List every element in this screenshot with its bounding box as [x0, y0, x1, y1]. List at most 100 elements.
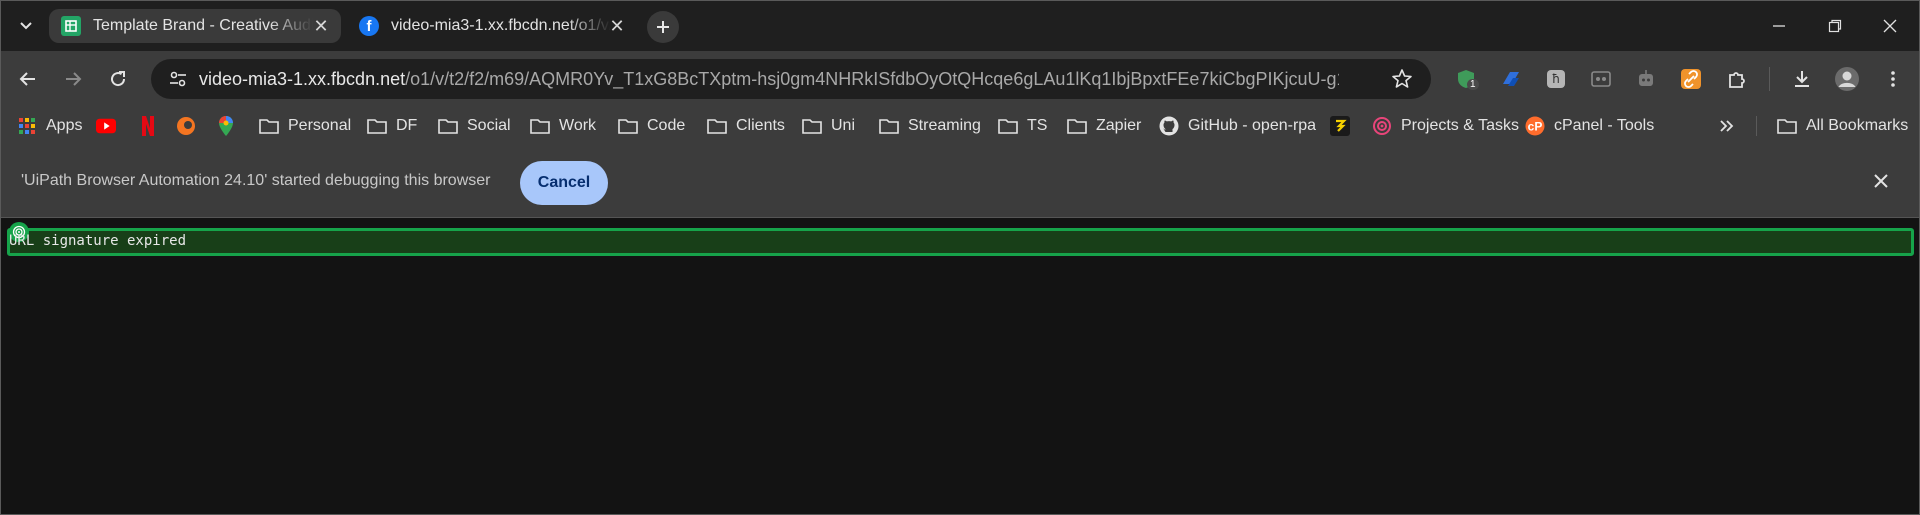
- extension-badge: 1: [1467, 79, 1479, 90]
- tab-close-button[interactable]: ✕: [607, 16, 627, 36]
- url-text[interactable]: video-mia3-1.xx.fbcdn.net/o1/v/t2/f2/m69…: [199, 69, 1339, 90]
- element-highlight: [7, 228, 1914, 256]
- shield-extension-icon[interactable]: 1: [1454, 67, 1479, 91]
- bookmark-folder-personal[interactable]: Personal: [259, 114, 351, 138]
- address-bar[interactable]: video-mia3-1.xx.fbcdn.net/o1/v/t2/f2/m69…: [151, 59, 1431, 99]
- close-infobar-button[interactable]: [1869, 169, 1893, 193]
- bookmark-folder-zapier[interactable]: Zapier: [1067, 114, 1141, 138]
- bookmark-label: Work: [559, 117, 597, 134]
- minimize-button[interactable]: [1763, 11, 1795, 41]
- bookmark-label: Streaming: [908, 117, 981, 134]
- minimize-icon: [1773, 25, 1785, 27]
- bookmark-netflix[interactable]: [138, 114, 167, 138]
- google-sheets-icon: [61, 16, 81, 36]
- bookmark-label: Personal: [288, 117, 352, 134]
- crunchyroll-icon: [176, 116, 196, 136]
- tab-close-button[interactable]: ✕: [311, 16, 331, 36]
- folder-icon: [802, 116, 822, 136]
- close-window-button[interactable]: [1874, 11, 1906, 41]
- link-extension-icon[interactable]: [1679, 67, 1703, 91]
- site-info-icon[interactable]: [157, 59, 199, 99]
- yellow-app-icon: [1330, 116, 1350, 136]
- bookmark-label: Uni: [831, 117, 856, 134]
- bookmark-label: cPanel - Tools: [1554, 117, 1655, 134]
- bookmark-label: Zapier: [1096, 117, 1142, 134]
- bookmark-maps[interactable]: [216, 114, 245, 138]
- bookmark-folder-social[interactable]: Social: [438, 114, 511, 138]
- bookmark-projects-tasks[interactable]: Projects & Tasks: [1372, 114, 1519, 138]
- bookmarks-divider: [1756, 116, 1757, 136]
- tab-template-brand[interactable]: Template Brand - Creative Audit ✕: [49, 9, 341, 43]
- folder-icon: [438, 116, 458, 136]
- google-maps-icon: [216, 116, 236, 136]
- bookmark-label: Code: [647, 117, 686, 134]
- bookmark-crunchyroll[interactable]: [176, 114, 205, 138]
- debugging-infobar: 'UiPath Browser Automation 24.10' starte…: [1, 145, 1919, 218]
- robot-extension-icon[interactable]: [1634, 67, 1658, 91]
- bookmark-youtube[interactable]: [96, 114, 125, 138]
- page-content: URL signature expired: [1, 218, 1919, 514]
- bookmark-folder-code[interactable]: Code: [618, 114, 685, 138]
- folder-icon: [1777, 116, 1797, 136]
- bookmarks-bar: Apps Personal DF Social Work Code Client…: [1, 107, 1919, 145]
- tab-fbcdn-video[interactable]: f video-mia3-1.xx.fbcdn.net/o1/v/t2/f2/m…: [347, 9, 637, 43]
- folder-icon: [707, 116, 727, 136]
- url-host: video-mia3-1.xx.fbcdn.net: [199, 68, 406, 89]
- new-tab-button[interactable]: [647, 11, 679, 43]
- bookmarks-overflow-button[interactable]: [1718, 114, 1736, 138]
- restore-button[interactable]: [1819, 11, 1851, 41]
- youtube-icon: [96, 116, 116, 136]
- bookmark-label: Apps: [46, 117, 83, 134]
- bookmark-label: All Bookmarks: [1806, 117, 1909, 134]
- github-icon: [1159, 116, 1179, 136]
- folder-icon: [618, 116, 638, 136]
- svg-text:cP: cP: [1528, 120, 1543, 134]
- bookmark-yellow-app[interactable]: [1330, 114, 1359, 138]
- plus-icon: [657, 21, 669, 33]
- double-chevron-right-icon: [1720, 120, 1734, 132]
- browser-window: Template Brand - Creative Audit ✕ f vide…: [0, 0, 1920, 515]
- dashboard-extension-icon[interactable]: [1589, 67, 1613, 91]
- folder-icon: [367, 116, 387, 136]
- puzzle-extensions-icon[interactable]: [1725, 67, 1749, 91]
- profile-avatar[interactable]: [1835, 67, 1859, 91]
- forward-button[interactable]: [59, 65, 87, 93]
- toolbar: video-mia3-1.xx.fbcdn.net/o1/v/t2/f2/m69…: [1, 51, 1919, 107]
- bookmark-apps[interactable]: Apps: [17, 114, 82, 138]
- back-button[interactable]: [14, 65, 42, 93]
- folder-icon: [259, 116, 279, 136]
- bookmark-label: Clients: [736, 117, 785, 134]
- close-icon: [1883, 19, 1897, 33]
- arrow-left-icon: [19, 72, 35, 86]
- reload-button[interactable]: [104, 65, 132, 93]
- bookmark-folder-streaming[interactable]: Streaming: [879, 114, 981, 138]
- folder-icon: [530, 116, 550, 136]
- hash-extension-icon[interactable]: ħ: [1544, 67, 1568, 91]
- power-automate-icon[interactable]: [1499, 67, 1523, 91]
- tab-search-button[interactable]: [13, 13, 39, 39]
- netflix-icon: [138, 116, 158, 136]
- reload-icon: [111, 71, 126, 87]
- close-icon: [1874, 174, 1888, 188]
- bookmark-label: TS: [1027, 117, 1048, 134]
- facebook-icon: f: [359, 16, 379, 36]
- url-path: /o1/v/t2/f2/m69/AQMR0Yv_T1xG8BcTXptm-hsj…: [405, 68, 1339, 89]
- target-app-icon: [1372, 116, 1392, 136]
- tab-strip: Template Brand - Creative Audit ✕ f vide…: [1, 1, 1919, 51]
- bookmark-all-bookmarks[interactable]: All Bookmarks: [1777, 114, 1908, 138]
- error-text: URL signature expired: [9, 233, 187, 249]
- bookmark-cpanel-tools[interactable]: cP cPanel - Tools: [1525, 114, 1654, 138]
- svg-text:ħ: ħ: [1552, 72, 1560, 86]
- bookmark-folder-clients[interactable]: Clients: [707, 114, 785, 138]
- bookmark-folder-df[interactable]: DF: [367, 114, 417, 138]
- bookmark-folder-uni[interactable]: Uni: [802, 114, 855, 138]
- bookmark-folder-work[interactable]: Work: [530, 114, 596, 138]
- kebab-menu-icon[interactable]: [1881, 67, 1905, 91]
- bookmark-star-icon[interactable]: [1391, 68, 1413, 90]
- toolbar-divider: [1769, 67, 1770, 91]
- bookmark-github-open-rpa[interactable]: GitHub - open-rpa: [1159, 114, 1316, 138]
- cancel-debugging-button[interactable]: Cancel: [520, 161, 608, 205]
- bookmark-folder-ts[interactable]: TS: [998, 114, 1047, 138]
- infobar-message: 'UiPath Browser Automation 24.10' starte…: [21, 172, 491, 189]
- download-icon[interactable]: [1790, 67, 1814, 91]
